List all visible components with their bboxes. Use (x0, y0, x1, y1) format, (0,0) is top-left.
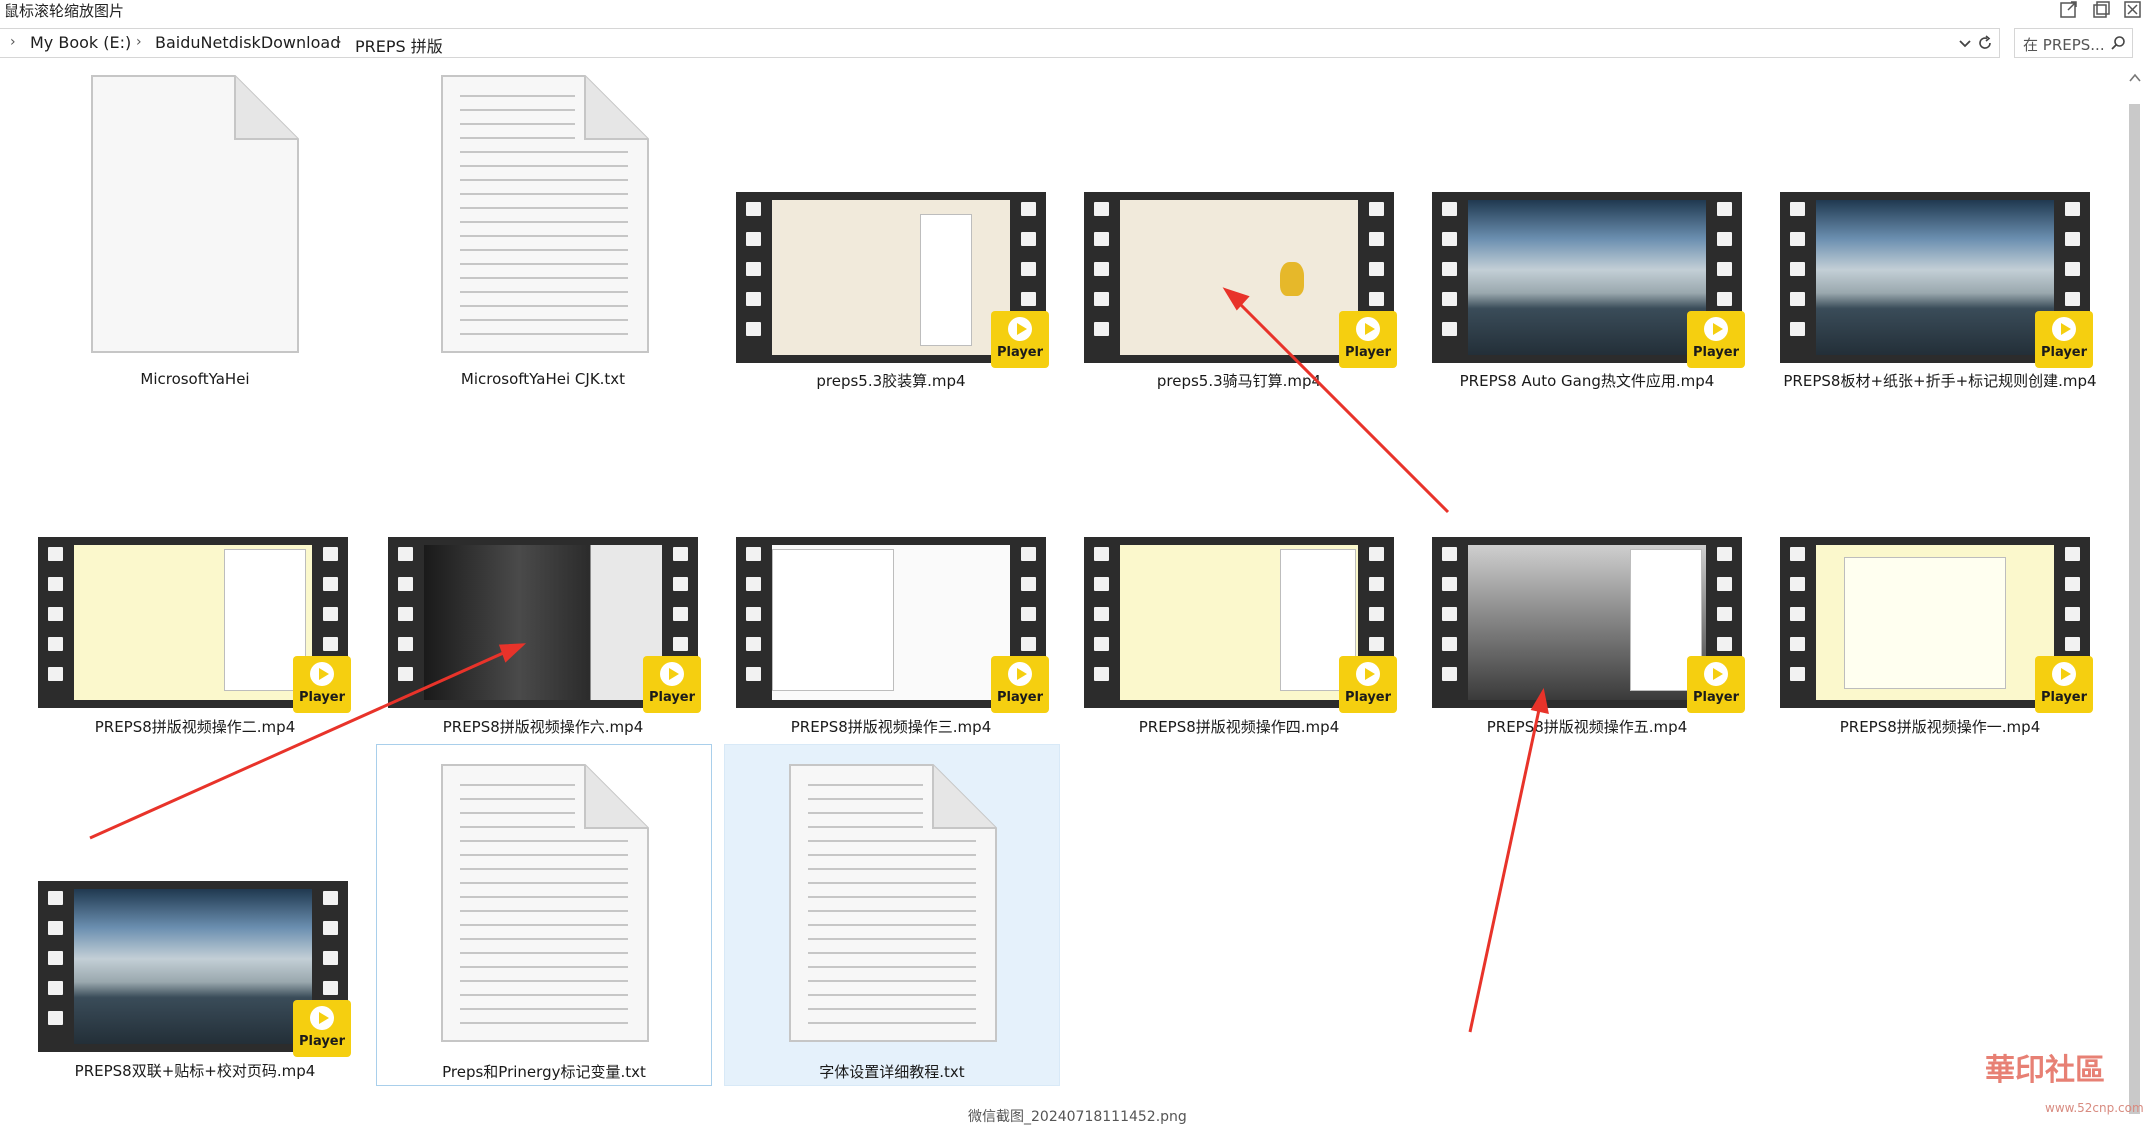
breadcrumb-item-drive[interactable]: My Book (E:) (30, 33, 131, 52)
video-thumbnail: Player (1432, 192, 1745, 368)
watermark-logo: 華印社區 www.52cnp.com (1985, 1045, 2145, 1117)
video-thumbnail: Player (1084, 537, 1397, 713)
player-badge: Player (293, 656, 351, 713)
file-name: PREPS8 Auto Gang热文件应用.mp4 (1459, 372, 1715, 390)
file-tile[interactable]: Player PREPS8拼版视频操作二.mp4 (30, 412, 360, 742)
player-badge: Player (2035, 311, 2093, 368)
status-filename: 微信截图_20240718111452.png (968, 1109, 1187, 1125)
file-tile[interactable]: Player PREPS8 Auto Gang热文件应用.mp4 (1422, 68, 1752, 398)
file-name: PREPS8拼版视频操作一.mp4 (1839, 718, 2041, 736)
player-badge: Player (1339, 656, 1397, 713)
annotation-arrow (1468, 704, 1542, 1033)
breadcrumb-separator-icon[interactable]: › (336, 34, 342, 50)
blank-document-icon (90, 74, 300, 354)
file-tile[interactable]: Player PREPS8板材+纸张+折手+标记规则创建.mp4 (1770, 68, 2110, 398)
file-tile[interactable]: Player PREPS8拼版视频操作四.mp4 (1074, 412, 1404, 742)
file-tile[interactable]: Player PREPS8拼版视频操作一.mp4 (1770, 412, 2110, 742)
player-badge: Player (643, 656, 701, 713)
video-thumbnail: Player (1780, 537, 2093, 713)
title-bar: 鼠标滚轮缩放图片 (0, 0, 2153, 22)
file-name: preps5.3骑马钉算.mp4 (1156, 372, 1322, 390)
player-badge: Player (1687, 656, 1745, 713)
player-badge: Player (293, 1000, 351, 1057)
video-thumbnail: Player (736, 192, 1049, 368)
file-tile[interactable]: MicrosoftYaHei (30, 68, 360, 398)
breadcrumb-item-folder[interactable]: BaiduNetdiskDownload (155, 33, 340, 52)
file-name: PREPS8拼版视频操作六.mp4 (442, 718, 644, 736)
video-thumbnail: Player (38, 537, 351, 713)
file-tile[interactable]: MicrosoftYaHei CJK.txt (378, 68, 708, 398)
file-tile[interactable]: Player PREPS8拼版视频操作六.mp4 (378, 412, 708, 742)
window-title: 鼠标滚轮缩放图片 (4, 2, 125, 20)
player-badge: Player (991, 656, 1049, 713)
player-badge: Player (1687, 311, 1745, 368)
file-tile[interactable]: Player PREPS8拼版视频操作五.mp4 (1422, 412, 1752, 742)
file-name: PREPS8拼版视频操作五.mp4 (1486, 718, 1688, 736)
video-thumbnail: Player (1780, 192, 2093, 368)
file-tile[interactable]: Player PREPS8拼版视频操作三.mp4 (726, 412, 1056, 742)
file-tile-selected[interactable]: 字体设置详细教程.txt (724, 744, 1060, 1086)
file-tile[interactable]: Preps和Prinergy标记变量.txt (376, 744, 712, 1086)
video-thumbnail: Player (388, 537, 701, 713)
file-name: Preps和Prinergy标记变量.txt (442, 1063, 646, 1081)
player-badge: Player (2035, 656, 2093, 713)
file-name: MicrosoftYaHei (140, 370, 250, 388)
file-name: 字体设置详细教程.txt (819, 1063, 965, 1081)
file-name: PREPS8拼版视频操作三.mp4 (790, 718, 992, 736)
search-placeholder: 在 PREPS... (2023, 36, 2105, 54)
file-tile[interactable]: Player preps5.3胶装算.mp4 (726, 68, 1056, 398)
text-document-icon (788, 763, 998, 1043)
popout-icon[interactable] (2058, 0, 2080, 20)
video-thumbnail: Player (1432, 537, 1745, 713)
close-icon[interactable] (2122, 0, 2144, 20)
restore-icon[interactable] (2090, 0, 2112, 20)
player-badge: Player (1339, 311, 1397, 368)
breadcrumb-separator-icon[interactable]: › (136, 34, 142, 50)
text-document-icon (440, 763, 650, 1043)
refresh-icon[interactable] (1976, 34, 1994, 52)
file-name: PREPS8板材+纸张+折手+标记规则创建.mp4 (1783, 372, 2097, 390)
breadcrumb-chevron-icon[interactable]: › (10, 34, 16, 50)
address-bar[interactable]: › My Book (E:) › BaiduNetdiskDownload › … (0, 28, 2000, 58)
file-name: MicrosoftYaHei CJK.txt (460, 370, 626, 388)
file-name: PREPS8拼版视频操作四.mp4 (1138, 718, 1340, 736)
video-thumbnail: Player (1084, 192, 1397, 368)
scroll-thumb[interactable] (2129, 104, 2140, 1114)
search-input[interactable]: 在 PREPS... (2014, 28, 2133, 58)
file-tile[interactable]: Player preps5.3骑马钉算.mp4 (1074, 68, 1404, 398)
vertical-scrollbar[interactable] (2126, 62, 2144, 1114)
watermark-url: www.52cnp.com (2045, 1101, 2144, 1115)
file-name: PREPS8拼版视频操作二.mp4 (94, 718, 296, 736)
text-document-icon (440, 74, 650, 354)
breadcrumb-item-current[interactable]: PREPS 拼版 (355, 33, 443, 57)
file-tile[interactable]: Player PREPS8双联+贴标+校对页码.mp4 (30, 756, 360, 1086)
history-dropdown-icon[interactable] (1956, 34, 1974, 52)
video-thumbnail: Player (38, 881, 351, 1057)
video-thumbnail: Player (736, 537, 1049, 713)
file-name: preps5.3胶装算.mp4 (816, 372, 966, 390)
watermark-text: 華印社區 (1985, 1053, 2105, 1088)
file-name: PREPS8双联+贴标+校对页码.mp4 (74, 1062, 316, 1080)
search-icon[interactable] (2110, 35, 2126, 51)
scroll-up-icon[interactable] (2129, 68, 2141, 82)
player-badge: Player (991, 311, 1049, 368)
